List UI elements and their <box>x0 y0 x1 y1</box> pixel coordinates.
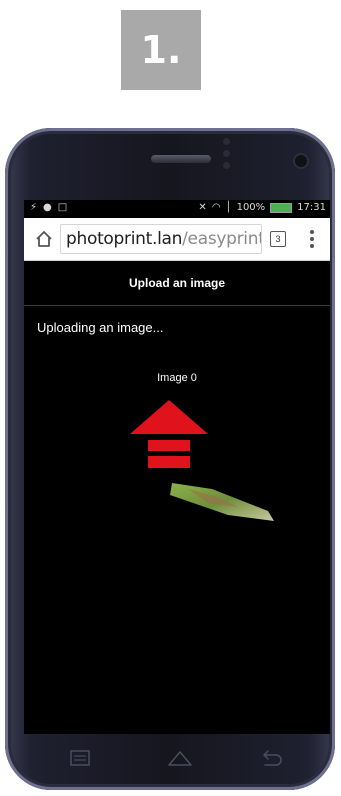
notification-icons: ⚡ ● □ <box>30 202 67 213</box>
location-icon: ● <box>43 202 52 213</box>
image-label: Image 0 <box>157 372 197 384</box>
stage: 1. ⚡ ● □ ✕ ◠ │ 100% 17:31 photoprint.lan… <box>0 0 341 796</box>
back-icon[interactable] <box>259 749 283 767</box>
clock: 17:31 <box>297 202 326 213</box>
upload-status-text: Uploading an image... <box>37 320 164 335</box>
url-path: /easyprint <box>182 229 262 249</box>
tab-switcher-icon[interactable]: 3 <box>270 231 286 247</box>
front-camera <box>295 155 307 167</box>
url-host: photoprint.lan <box>66 229 183 249</box>
home-icon[interactable] <box>34 229 54 249</box>
sensor-dot <box>223 150 230 157</box>
overflow-menu-icon[interactable] <box>307 228 317 250</box>
sensor-dot <box>223 138 230 145</box>
mute-icon: ✕ <box>198 202 207 213</box>
status-bar: ⚡ ● □ ✕ ◠ │ 100% 17:31 <box>24 200 330 218</box>
address-bar[interactable]: photoprint.lan/easyprint <box>60 224 262 254</box>
usb-icon: ⚡ <box>30 202 38 213</box>
nav-home-icon[interactable] <box>167 749 193 767</box>
page-title: Upload an image <box>24 261 330 306</box>
wifi-icon: ◠ <box>211 202 221 213</box>
upload-arrow-icon <box>130 400 208 468</box>
step-badge: 1. <box>121 10 201 90</box>
sensor-dot <box>223 162 230 169</box>
signal-icon: │ <box>225 202 232 213</box>
phone-screen: ⚡ ● □ ✕ ◠ │ 100% 17:31 photoprint.lan/ea… <box>24 200 330 734</box>
earpiece-speaker <box>151 155 211 163</box>
battery-icon <box>270 202 293 213</box>
uploading-image-preview <box>170 483 274 521</box>
system-icons: ✕ ◠ │ 100% 17:31 <box>198 202 326 213</box>
recent-apps-icon[interactable] <box>69 750 91 766</box>
battery-percent: 100% <box>236 202 266 213</box>
browser-toolbar: photoprint.lan/easyprint 3 <box>24 218 330 261</box>
image-notification-icon: □ <box>57 202 68 213</box>
android-nav-bar <box>24 735 330 780</box>
